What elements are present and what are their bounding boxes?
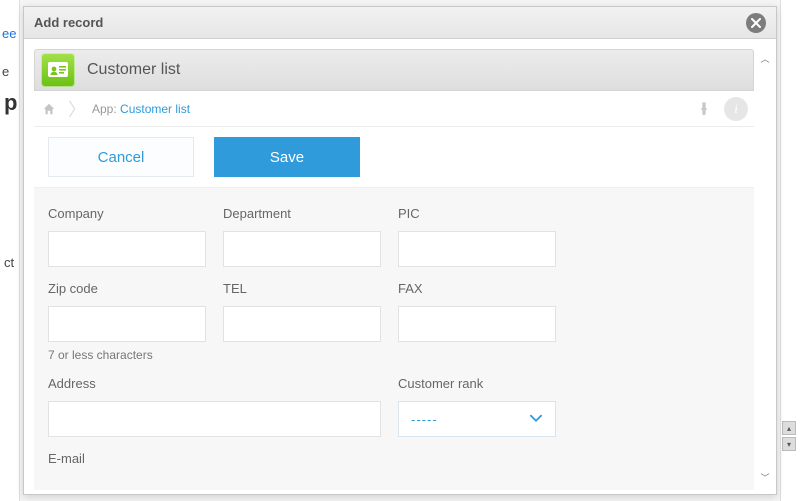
bg-text-ct: ct (4, 255, 14, 270)
hint-zip: 7 or less characters (48, 348, 223, 362)
bg-scroll-down[interactable]: ▾ (782, 437, 796, 451)
breadcrumb-label: App: (92, 102, 117, 116)
input-tel[interactable] (223, 306, 381, 342)
field-department: Department (223, 206, 398, 267)
app-title: Customer list (87, 61, 180, 79)
select-rank-value: ----- (411, 412, 438, 427)
add-record-modal: Add record ︿ ﹀ Customer list 〉 App: (23, 6, 777, 495)
breadcrumb-link[interactable]: Customer list (120, 102, 190, 116)
label-rank: Customer rank (398, 376, 573, 391)
chevron-right-icon: 〉 (68, 96, 86, 122)
action-row: Cancel Save (34, 127, 754, 187)
background-scrollbar[interactable]: ▴ ▾ (782, 421, 798, 481)
field-fax: FAX (398, 281, 573, 362)
field-company: Company (48, 206, 223, 267)
modal-body: ︿ ﹀ Customer list 〉 App: Customer list (24, 39, 776, 494)
label-email: E-mail (48, 451, 223, 466)
field-pic: PIC (398, 206, 573, 267)
input-fax[interactable] (398, 306, 556, 342)
select-rank[interactable]: ----- (398, 401, 556, 437)
save-button[interactable]: Save (214, 137, 360, 177)
save-button-label: Save (270, 149, 304, 166)
bg-text-ep: e (2, 64, 9, 79)
input-company[interactable] (48, 231, 206, 267)
info-icon[interactable]: i (724, 97, 748, 121)
home-icon[interactable] (40, 100, 58, 118)
label-fax: FAX (398, 281, 573, 296)
cancel-button-label: Cancel (98, 149, 145, 166)
close-icon[interactable] (746, 13, 766, 33)
modal-scrollbar[interactable]: ︿ ﹀ (758, 51, 772, 484)
input-zip[interactable] (48, 306, 206, 342)
modal-content: Customer list 〉 App: Customer list i Can… (34, 49, 754, 494)
bg-text-ee: ee (2, 26, 16, 41)
input-pic[interactable] (398, 231, 556, 267)
field-address: Address (48, 376, 398, 437)
field-zip: Zip code 7 or less characters (48, 281, 223, 362)
breadcrumb: 〉 App: Customer list i (34, 91, 754, 127)
input-department[interactable] (223, 231, 381, 267)
field-email: E-mail (48, 451, 223, 476)
bg-letter-p: p (4, 90, 17, 116)
modal-titlebar: Add record (24, 7, 776, 39)
chevron-down-icon (529, 410, 543, 428)
label-company: Company (48, 206, 223, 221)
input-address[interactable] (48, 401, 381, 437)
app-icon (41, 53, 75, 87)
scroll-down-icon[interactable]: ﹀ (758, 470, 772, 484)
modal-title: Add record (34, 15, 103, 30)
label-address: Address (48, 376, 398, 391)
label-zip: Zip code (48, 281, 223, 296)
field-rank: Customer rank ----- (398, 376, 573, 437)
bg-scroll-up[interactable]: ▴ (782, 421, 796, 435)
form-area: Company Department PIC Zip code (34, 187, 754, 490)
label-department: Department (223, 206, 398, 221)
cancel-button[interactable]: Cancel (48, 137, 194, 177)
label-tel: TEL (223, 281, 398, 296)
label-pic: PIC (398, 206, 573, 221)
app-header: Customer list (34, 49, 754, 91)
background-left-strip: ee e p ct (0, 0, 20, 501)
pin-icon[interactable] (692, 97, 716, 121)
background-right-strip: ▴ ▾ (780, 0, 800, 501)
scroll-up-icon[interactable]: ︿ (758, 51, 772, 65)
field-tel: TEL (223, 281, 398, 362)
